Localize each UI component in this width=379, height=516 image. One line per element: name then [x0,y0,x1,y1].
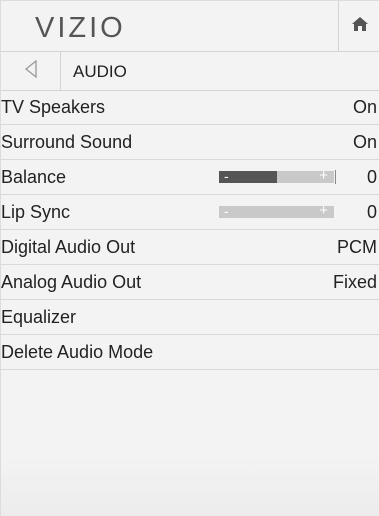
slider-end-tick [335,170,336,184]
menu-item-label: Lip Sync [1,202,71,222]
balance-slider[interactable]: - + [219,167,336,184]
menu-item-value: 0 [366,202,377,222]
slider-plus-icon: + [319,202,328,219]
menu-item-equalizer[interactable]: Equalizer [1,300,379,335]
audio-menu: TV Speakers On Surround Sound On Balance… [1,90,379,370]
subheader: AUDIO [1,51,379,91]
menu-item-digital-audio-out[interactable]: Digital Audio Out PCM [1,230,379,265]
vizio-logo: VIZIO [35,12,126,44]
menu-item-lip-sync[interactable]: Lip Sync - + 0 [1,195,379,230]
menu-item-label: Digital Audio Out [1,237,136,257]
back-button[interactable] [1,52,61,90]
menu-item-label: Analog Audio Out [1,272,142,292]
slider-minus-icon: - [224,168,229,184]
menu-title: AUDIO [73,62,127,81]
slider-plus-icon: + [319,167,328,184]
menu-item-value: 0 [366,167,377,187]
home-icon [351,16,369,37]
menu-item-value: Fixed [332,272,377,292]
menu-item-value: On [352,97,377,117]
back-triangle-icon [24,59,38,83]
slider-minus-icon: - [224,203,229,219]
panel-fade [1,456,379,516]
menu-item-surround-sound[interactable]: Surround Sound On [1,125,379,160]
menu-item-value: PCM [337,237,377,257]
home-button[interactable] [338,1,379,51]
menu-item-label: Equalizer [1,307,77,327]
header: VIZIO [1,1,379,51]
menu-item-balance[interactable]: Balance - + 0 [1,160,379,195]
menu-item-tv-speakers[interactable]: TV Speakers On [1,90,379,125]
menu-item-label: TV Speakers [1,97,106,117]
menu-item-analog-audio-out[interactable]: Analog Audio Out Fixed [1,265,379,300]
menu-item-label: Delete Audio Mode [1,342,154,362]
menu-item-label: Balance [1,167,67,187]
menu-item-label: Surround Sound [1,132,133,152]
menu-item-delete-audio-mode[interactable]: Delete Audio Mode [1,335,379,370]
lip-sync-slider[interactable]: - + [219,202,334,219]
settings-panel: VIZIO AUDIO TV Speakers On Surround Soun… [0,0,379,516]
menu-item-value: On [352,132,377,152]
